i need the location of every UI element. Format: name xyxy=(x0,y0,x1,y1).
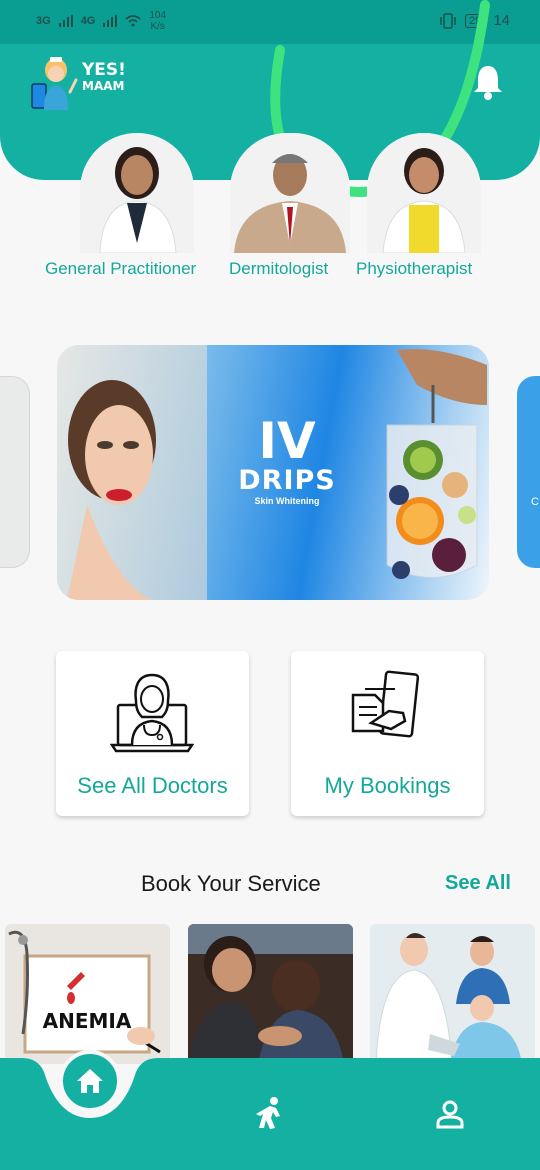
childcare-image xyxy=(188,924,353,1064)
service-card-anemia[interactable]: ANEMIA xyxy=(5,924,170,1064)
doctor-photo xyxy=(367,133,481,253)
anemia-image: ANEMIA xyxy=(5,924,170,1064)
carousel-prev-card[interactable] xyxy=(0,376,30,568)
home-icon xyxy=(77,1069,103,1093)
doctor-photo xyxy=(230,133,350,253)
bookings-icon xyxy=(351,670,420,738)
doctor-label-dermitologist[interactable]: Dermitologist xyxy=(229,259,328,279)
signal-3g: 3G xyxy=(36,15,51,27)
doctor-label-general-practitioner[interactable]: General Practitioner xyxy=(45,259,196,279)
status-time: 14 xyxy=(493,12,510,29)
signal-bars-icon xyxy=(58,15,73,27)
nurse-mascot-icon xyxy=(31,57,78,110)
signal-4g: 4G xyxy=(80,15,96,27)
service-card-childcare[interactable] xyxy=(188,924,353,1064)
person-walk-icon[interactable] xyxy=(254,1096,282,1130)
doctor-card-general-practitioner[interactable] xyxy=(80,133,194,253)
service-card-dental[interactable] xyxy=(370,924,535,1064)
banner-title-line1: IV xyxy=(258,412,316,470)
book-your-service-title: Book Your Service xyxy=(141,871,321,896)
anemia-caption: ANEMIA xyxy=(43,1009,132,1033)
banner-title-line2: DRIPS xyxy=(238,465,336,496)
dental-image xyxy=(370,924,535,1064)
nav-home-button[interactable] xyxy=(59,1050,121,1112)
promo-banner-iv-drips[interactable]: IV DRIPS Skin Whitening xyxy=(57,345,489,600)
doctor-photo xyxy=(80,133,194,253)
network-speed: 104 K/s xyxy=(149,10,167,32)
doctor-laptop-icon xyxy=(110,673,194,753)
profile-icon[interactable] xyxy=(435,1099,465,1129)
wifi-icon xyxy=(125,15,141,27)
see-all-doctors-button[interactable]: See All Doctors xyxy=(56,651,249,816)
carousel-next-card[interactable]: C xyxy=(517,376,540,568)
doctor-label-physiotherapist[interactable]: Physiotherapist xyxy=(356,259,472,279)
see-all-services-link[interactable]: See All xyxy=(445,872,511,895)
my-bookings-button[interactable]: My Bookings xyxy=(291,651,484,816)
my-bookings-label: My Bookings xyxy=(324,773,451,798)
doctor-card-dermitologist[interactable] xyxy=(230,133,350,253)
doctor-card-physiotherapist[interactable] xyxy=(367,133,481,253)
signal-bars-icon xyxy=(103,15,118,27)
logo-text: YES! MAAM xyxy=(82,60,126,94)
banner-subtitle: Skin Whitening xyxy=(254,496,320,506)
app-logo[interactable]: YES! MAAM xyxy=(30,52,150,112)
see-all-doctors-label: See All Doctors xyxy=(77,773,228,798)
